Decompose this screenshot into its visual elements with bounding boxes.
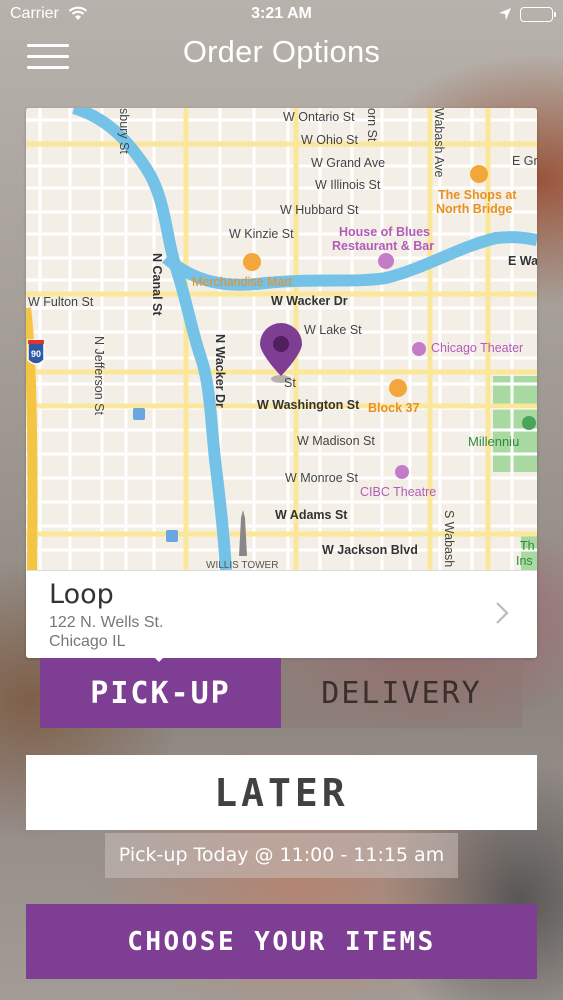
poi-label-house-of-blues-2: Restaurant & Bar <box>332 239 435 253</box>
street-label: sbury St <box>117 108 131 154</box>
poi-label-cibc: CIBC Theatre <box>360 485 437 499</box>
street-label: W Jackson Blvd <box>322 543 418 557</box>
location-name: Loop <box>49 579 114 610</box>
clock: 3:21 AM <box>251 5 312 22</box>
choose-items-button[interactable]: CHOOSE YOUR ITEMS <box>26 904 537 979</box>
street-label: W Madison St <box>297 434 375 448</box>
poi-label-shops-2: North Bridge <box>436 202 513 216</box>
location-address: 122 N. Wells St. <box>49 614 164 631</box>
poi-label-merchandise-mart: Merchandise Mart <box>192 275 293 289</box>
location-city: Chicago IL <box>49 633 126 650</box>
street-label: S Wabash <box>442 510 456 568</box>
street-label: W Grand Ave <box>311 156 386 170</box>
street-label: W Ontario St <box>283 110 355 124</box>
chevron-right-icon <box>495 601 509 630</box>
street-label: W Adams St <box>275 508 348 522</box>
street-label: Wabash Ave <box>432 108 446 178</box>
street-label: W Wacker Dr <box>271 294 348 308</box>
street-label: N Canal St <box>150 253 164 316</box>
location-arrow-icon <box>498 7 512 26</box>
poi-label-shops: The Shops at <box>438 188 517 202</box>
street-label: W Washington St <box>257 398 360 412</box>
street-label: W Fulton St <box>28 295 94 309</box>
location-row[interactable]: Loop 122 N. Wells St. Chicago IL <box>26 570 537 658</box>
street-label: W Monroe St <box>285 471 358 485</box>
poi-label-th: Th <box>520 539 535 553</box>
poi-label-millennium: Millenniu <box>468 434 520 449</box>
street-label: W Illinois St <box>315 178 381 192</box>
poi-label-willis: WILLIS TOWER <box>206 560 279 570</box>
highway-90-shield-icon: 90 <box>27 339 45 365</box>
card-pointer <box>149 652 169 662</box>
poi-label-chicago-theater: Chicago Theater <box>431 341 524 355</box>
street-label: E Gra <box>512 154 537 168</box>
street-label: W Lake St <box>304 323 362 337</box>
street-label: W Hubbard St <box>280 203 359 217</box>
street-label: St <box>284 376 296 390</box>
status-bar: Carrier 3:21 AM <box>0 0 563 30</box>
street-label: W Ohio St <box>301 133 358 147</box>
battery-icon <box>520 7 556 22</box>
street-label: E Wa <box>508 254 537 268</box>
later-button[interactable]: LATER <box>26 755 537 830</box>
pickup-tab[interactable]: PICK-UP <box>40 658 281 728</box>
street-label: N Jefferson St <box>92 336 106 415</box>
poi-label-ins: Ins <box>516 554 533 568</box>
street-label: W Kinzie St <box>229 227 294 241</box>
poi-label-house-of-blues: House of Blues <box>339 225 430 239</box>
store-location-card: 90 W Ontario St W Ohio St W Grand Ave W … <box>26 108 537 658</box>
delivery-tab[interactable]: DELIVERY <box>281 658 522 728</box>
pickup-time-label: Pick-up Today @ 11:00 - 11:15 am <box>105 833 458 878</box>
order-mode-toggle: PICK-UP DELIVERY <box>40 658 522 728</box>
svg-text:90: 90 <box>31 349 41 359</box>
poi-label-block37: Block 37 <box>368 401 420 415</box>
page-title: Order Options <box>182 34 381 69</box>
store-map[interactable]: 90 W Ontario St W Ohio St W Grand Ave W … <box>26 108 537 570</box>
street-label: orn St <box>365 108 379 142</box>
street-label: N Wacker Dr <box>213 334 227 408</box>
